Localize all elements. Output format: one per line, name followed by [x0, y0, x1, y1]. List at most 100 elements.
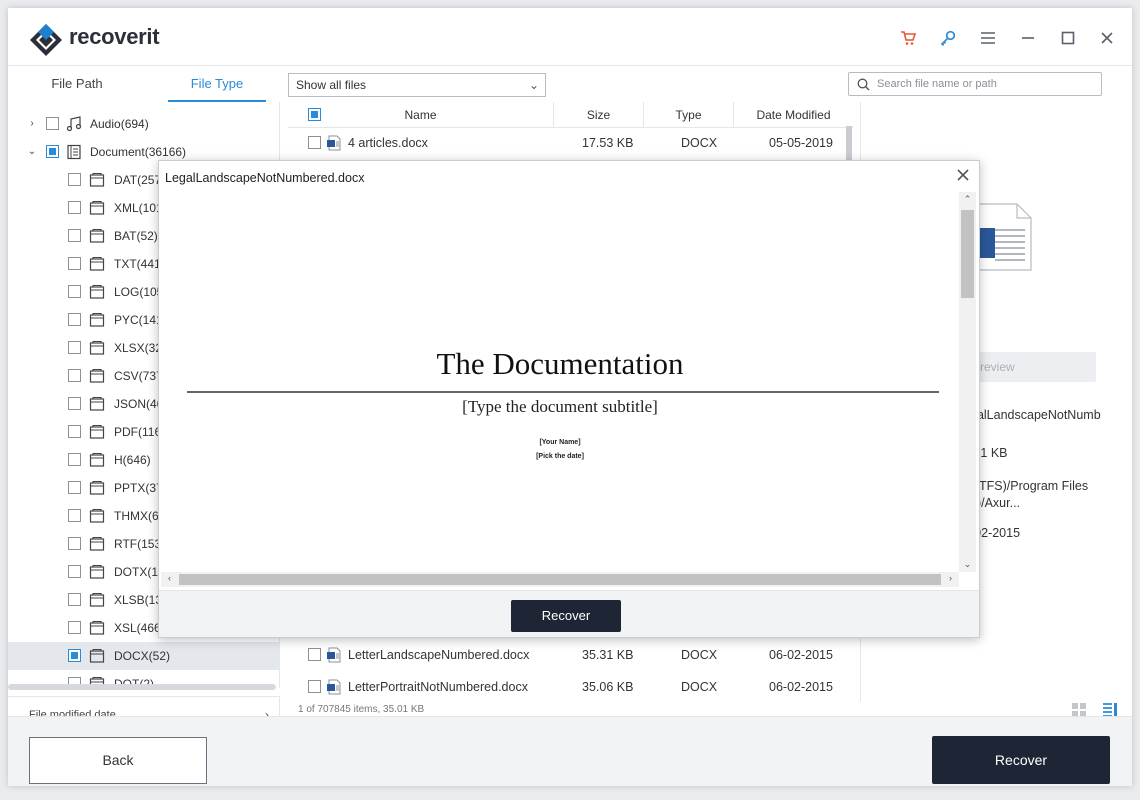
file-type-icon [89, 172, 105, 187]
column-header-date[interactable]: Date Modified [734, 102, 853, 128]
tree-checkbox[interactable] [68, 341, 81, 354]
tree-checkbox[interactable] [46, 117, 59, 130]
dialog-title: LegalLandscapeNotNumbered.docx [165, 171, 365, 185]
tree-checkbox[interactable] [68, 257, 81, 270]
menu-icon[interactable] [978, 28, 998, 48]
scrollbar-thumb[interactable] [961, 210, 974, 298]
column-header-name[interactable]: Name [288, 102, 554, 128]
tree-item-label: XLSB(13 [114, 593, 163, 607]
tree-item-label: CSV(737 [114, 369, 163, 383]
word-file-icon [327, 135, 341, 151]
file-type-icon [89, 452, 105, 467]
back-button[interactable]: Back [29, 737, 207, 784]
key-icon[interactable] [938, 28, 958, 48]
document-date: [Pick the date] [536, 453, 584, 460]
tree-checkbox[interactable] [68, 649, 81, 662]
word-file-icon [327, 647, 341, 663]
file-type-icon [89, 312, 105, 327]
scroll-right-icon[interactable]: › [942, 573, 959, 583]
preview-button[interactable]: review [970, 352, 1096, 382]
file-type-icon [89, 508, 105, 523]
tree-item-label: Audio(694) [90, 117, 149, 131]
tree-checkbox[interactable] [68, 397, 81, 410]
file-date: 05-05-2019 [769, 136, 833, 150]
tree-checkbox[interactable] [68, 481, 81, 494]
scroll-up-icon[interactable]: ⌃ [959, 194, 976, 205]
chevron-right-icon[interactable]: › [26, 110, 38, 138]
tree-checkbox[interactable] [68, 453, 81, 466]
column-header-size[interactable]: Size [554, 102, 644, 128]
scroll-down-icon[interactable]: ⌄ [959, 559, 976, 570]
tree-checkbox[interactable] [68, 425, 81, 438]
tree-horizontal-scrollbar[interactable] [8, 684, 276, 690]
tab-file-path[interactable]: File Path [28, 66, 126, 102]
tree-checkbox[interactable] [68, 285, 81, 298]
file-type-icon [89, 368, 105, 383]
file-type-icon [89, 620, 105, 635]
preview-horizontal-scrollbar[interactable]: ‹ › [161, 572, 959, 587]
bottom-action-bar: Back Recover [8, 716, 1132, 786]
tree-checkbox[interactable] [68, 201, 81, 214]
tree-item-label: XSL(466 [114, 621, 161, 635]
row-checkbox[interactable] [308, 136, 321, 149]
file-type-icon [89, 564, 105, 579]
tree-item-label: DOTX(11 [114, 565, 164, 579]
file-name: LetterLandscapeNumbered.docx [348, 648, 530, 662]
table-row[interactable]: 4 articles.docx 17.53 KB DOCX 05-05-2019 [288, 128, 853, 158]
app-brand-name: recoverit [69, 24, 160, 49]
tree-item-label: DAT(257 [114, 173, 162, 187]
tree-checkbox[interactable] [68, 621, 81, 634]
file-type-icon [89, 592, 105, 607]
row-checkbox[interactable] [308, 680, 321, 693]
close-icon[interactable] [953, 165, 973, 185]
file-filter-dropdown[interactable]: Show all files ⌄ [288, 73, 546, 97]
title-bar: recoverit [8, 8, 1132, 66]
file-type-icon [89, 284, 105, 299]
close-icon[interactable] [1097, 28, 1117, 48]
file-type-icon [89, 480, 105, 495]
recover-button[interactable]: Recover [932, 736, 1110, 784]
tree-checkbox[interactable] [68, 369, 81, 382]
tree-item-label: PDF(116 [114, 425, 162, 439]
tree-item-label: BAT(52) [114, 229, 158, 243]
file-name: 4 articles.docx [348, 136, 428, 150]
tree-item-label: RTF(153 [114, 537, 162, 551]
tree-item-label: H(646) [114, 453, 151, 467]
word-file-icon [327, 679, 341, 695]
chevron-down-icon[interactable]: ⌄ [26, 138, 38, 166]
document-subtitle: [Type the document subtitle] [462, 397, 658, 416]
dialog-recover-button[interactable]: Recover [511, 600, 621, 632]
document-author: [Your Name] [539, 439, 581, 446]
column-header-type[interactable]: Type [644, 102, 734, 128]
maximize-icon[interactable] [1058, 28, 1078, 48]
search-input[interactable] [877, 75, 1093, 93]
document-preview: The Documentation [Type the document sub… [161, 192, 959, 572]
tree-checkbox[interactable] [46, 145, 59, 158]
tree-checkbox[interactable] [68, 565, 81, 578]
tree-checkbox[interactable] [68, 537, 81, 550]
tree-checkbox[interactable] [68, 313, 81, 326]
tree-item-filetype[interactable]: DOCX(52) [8, 642, 279, 670]
tree-checkbox[interactable] [68, 593, 81, 606]
row-checkbox[interactable] [308, 648, 321, 661]
document-title: The Documentation [436, 346, 684, 381]
table-row[interactable]: LetterPortraitNotNumbered.docx 35.06 KB DO… [288, 672, 853, 702]
tree-item-audio[interactable]: › Audio(694) [8, 110, 279, 138]
tab-file-type[interactable]: File Type [168, 66, 266, 102]
scrollbar-thumb[interactable] [179, 574, 941, 585]
search-box[interactable] [848, 72, 1102, 96]
scroll-left-icon[interactable]: ‹ [161, 573, 178, 583]
file-type-icon [89, 256, 105, 271]
tree-checkbox[interactable] [68, 173, 81, 186]
table-row[interactable]: LetterLandscapeNumbered.docx 35.31 KB DOCX… [288, 640, 853, 670]
tree-checkbox[interactable] [68, 229, 81, 242]
minimize-icon[interactable] [1018, 28, 1038, 48]
dialog-footer: Recover [159, 590, 979, 637]
status-text: 1 of 707845 items, 35.01 KB [298, 704, 425, 715]
file-date: 06-02-2015 [769, 648, 833, 662]
preview-vertical-scrollbar[interactable]: ⌃ ⌄ [959, 192, 976, 572]
file-date: 06-02-2015 [769, 680, 833, 694]
cart-icon[interactable] [898, 28, 918, 48]
tree-checkbox[interactable] [68, 509, 81, 522]
file-type-icon [89, 228, 105, 243]
